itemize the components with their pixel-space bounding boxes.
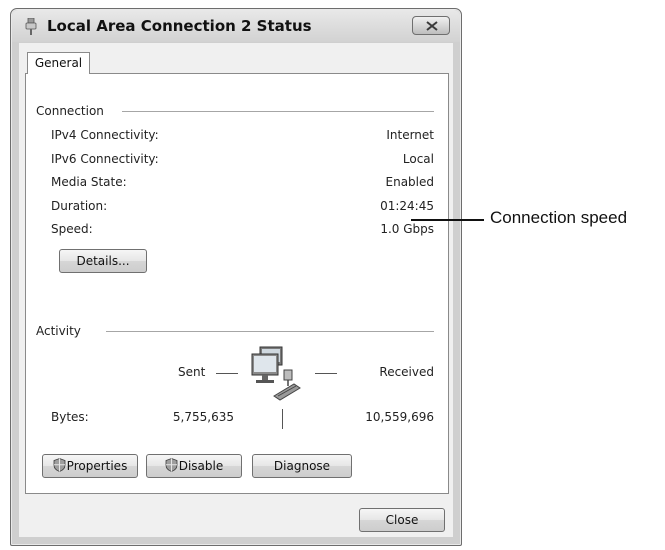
speed-label: Speed: xyxy=(51,222,93,236)
bytes-label: Bytes: xyxy=(51,410,89,424)
disable-button-label: Disable xyxy=(178,459,224,473)
tab-panel-general: Connection IPv4 Connectivity: Internet I… xyxy=(25,73,449,494)
ipv4-value: Internet xyxy=(386,128,434,142)
annotation-connection-speed: Connection speed xyxy=(490,208,628,227)
close-icon xyxy=(426,21,438,31)
duration-value: 01:24:45 xyxy=(380,199,434,213)
network-cable-icon xyxy=(25,18,37,35)
window-title: Local Area Connection 2 Status xyxy=(47,17,312,35)
network-computers-icon xyxy=(251,346,301,401)
sent-dash xyxy=(216,373,238,374)
uac-shield-icon xyxy=(53,458,66,472)
activity-heading: Activity xyxy=(36,324,87,338)
bytes-received-value: 10,559,696 xyxy=(365,410,434,424)
duration-label: Duration: xyxy=(51,199,108,213)
disable-button[interactable]: Disable xyxy=(146,454,242,478)
received-label: Received xyxy=(379,365,434,379)
details-button[interactable]: Details... xyxy=(59,249,147,273)
ipv6-label: IPv6 Connectivity: xyxy=(51,152,159,166)
ipv6-value: Local xyxy=(402,152,434,166)
activity-group-line xyxy=(106,331,434,332)
uac-shield-icon xyxy=(165,458,178,472)
dialog-client-area: General Connection IPv4 Connectivity: In… xyxy=(19,43,453,537)
status-dialog: Local Area Connection 2 Status General C… xyxy=(10,8,462,546)
tab-general[interactable]: General xyxy=(27,52,90,74)
properties-button[interactable]: Properties xyxy=(42,454,138,478)
diagnose-button[interactable]: Diagnose xyxy=(252,454,352,478)
received-dash xyxy=(315,373,337,374)
bytes-sent-value: 5,755,635 xyxy=(172,410,234,424)
ipv4-label: IPv4 Connectivity: xyxy=(51,128,159,142)
close-button[interactable]: Close xyxy=(359,508,445,532)
media-state-value: Enabled xyxy=(385,175,435,189)
properties-button-label: Properties xyxy=(66,459,128,473)
title-bar[interactable]: Local Area Connection 2 Status xyxy=(12,10,460,42)
sent-label: Sent xyxy=(178,365,206,379)
bytes-separator xyxy=(282,409,283,429)
media-state-label: Media State: xyxy=(51,175,127,189)
connection-heading: Connection xyxy=(36,104,110,118)
speed-value: 1.0 Gbps xyxy=(380,222,434,236)
annotation-pointer-line xyxy=(411,219,484,221)
close-window-button[interactable] xyxy=(412,16,450,35)
connection-group-line xyxy=(122,111,434,112)
